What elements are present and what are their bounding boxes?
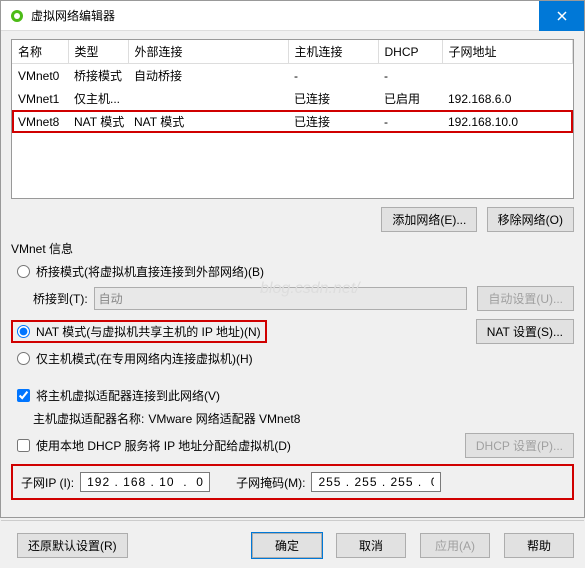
subnet-ip-input[interactable]	[80, 472, 210, 492]
host-adapter-name-row: 主机虚拟适配器名称: VMware 网络适配器 VMnet8	[33, 410, 574, 427]
col-subnet[interactable]: 子网地址	[442, 40, 573, 64]
network-table[interactable]: 名称 类型 外部连接 主机连接 DHCP 子网地址 VMnet0 桥接模式 自动…	[11, 39, 574, 199]
host-adapter-check-row[interactable]: 将主机虚拟适配器连接到此网络(V)	[17, 387, 574, 404]
divider	[1, 520, 584, 521]
col-type[interactable]: 类型	[68, 40, 128, 64]
bridge-radio[interactable]	[17, 265, 30, 278]
nat-settings-button[interactable]: NAT 设置(S)...	[476, 319, 574, 344]
hostonly-radio-row[interactable]: 仅主机模式(在专用网络内连接虚拟机)(H)	[17, 350, 574, 367]
add-network-button[interactable]: 添加网络(E)...	[381, 207, 477, 232]
host-adapter-name-label: 主机虚拟适配器名称:	[33, 410, 144, 427]
hostonly-radio[interactable]	[17, 352, 30, 365]
app-icon	[9, 8, 25, 24]
hostonly-radio-label: 仅主机模式(在专用网络内连接虚拟机)(H)	[36, 350, 253, 367]
ok-button[interactable]: 确定	[252, 533, 322, 558]
subnet-ip-label: 子网IP (I):	[21, 474, 74, 491]
col-name[interactable]: 名称	[12, 40, 68, 64]
content-area: 名称 类型 外部连接 主机连接 DHCP 子网地址 VMnet0 桥接模式 自动…	[1, 31, 584, 514]
nat-radio[interactable]	[17, 325, 30, 338]
footer: 还原默认设置(R) 确定 取消 应用(A) 帮助	[1, 527, 584, 568]
remove-network-button[interactable]: 移除网络(O)	[487, 207, 574, 232]
help-button[interactable]: 帮助	[504, 533, 574, 558]
apply-button: 应用(A)	[420, 533, 490, 558]
subnet-mask-label: 子网掩码(M):	[236, 474, 305, 491]
col-dhcp[interactable]: DHCP	[378, 40, 442, 64]
col-host[interactable]: 主机连接	[288, 40, 378, 64]
bridge-radio-row[interactable]: 桥接模式(将虚拟机直接连接到外部网络)(B)	[17, 263, 574, 280]
window-title: 虚拟网络编辑器	[31, 7, 539, 24]
auto-settings-button: 自动设置(U)...	[477, 286, 574, 311]
bridge-radio-label: 桥接模式(将虚拟机直接连接到外部网络)(B)	[36, 263, 264, 280]
table-buttons: 添加网络(E)... 移除网络(O)	[11, 207, 574, 232]
bridge-to-row: 桥接到(T): 自动 自动设置(U)...	[33, 286, 574, 311]
dhcp-checkbox[interactable]	[17, 439, 30, 452]
bridge-to-select[interactable]: 自动	[94, 287, 468, 310]
host-adapter-check-label: 将主机虚拟适配器连接到此网络(V)	[36, 387, 220, 404]
title-bar: 虚拟网络编辑器	[1, 1, 584, 31]
cancel-button[interactable]: 取消	[336, 533, 406, 558]
col-ext[interactable]: 外部连接	[128, 40, 288, 64]
bridge-to-label: 桥接到(T):	[33, 290, 88, 307]
restore-defaults-button[interactable]: 还原默认设置(R)	[17, 533, 128, 558]
table-row-selected[interactable]: VMnet8 NAT 模式 NAT 模式 已连接 - 192.168.10.0	[12, 110, 573, 133]
close-button[interactable]	[539, 1, 584, 31]
subnet-mask-input[interactable]	[311, 472, 441, 492]
host-adapter-checkbox[interactable]	[17, 389, 30, 402]
host-adapter-name-value: VMware 网络适配器 VMnet8	[148, 410, 300, 427]
nat-radio-highlight: NAT 模式(与虚拟机共享主机的 IP 地址)(N)	[11, 320, 267, 343]
dhcp-settings-button: DHCP 设置(P)...	[465, 433, 574, 458]
nat-radio-label: NAT 模式(与虚拟机共享主机的 IP 地址)(N)	[36, 323, 261, 340]
table-row[interactable]: VMnet0 桥接模式 自动桥接 - -	[12, 64, 573, 88]
table-row[interactable]: VMnet1 仅主机... 已连接 已启用 192.168.6.0	[12, 87, 573, 110]
dhcp-check-label: 使用本地 DHCP 服务将 IP 地址分配给虚拟机(D)	[36, 437, 291, 454]
subnet-row: 子网IP (I): 子网掩码(M):	[11, 464, 574, 500]
vmnet-info-label: VMnet 信息	[11, 240, 574, 257]
